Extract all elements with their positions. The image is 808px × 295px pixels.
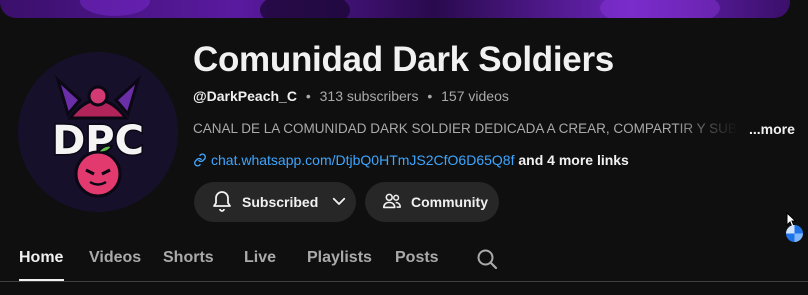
tab-posts[interactable]: Posts (395, 249, 439, 267)
meta-separator: • (427, 88, 433, 104)
channel-handle: @DarkPeach_C (193, 88, 297, 104)
more-links-button[interactable]: and 4 more links (518, 152, 628, 168)
tab-shorts[interactable]: Shorts (163, 249, 214, 267)
community-label: Community (411, 194, 488, 210)
bell-icon (210, 189, 234, 216)
channel-avatar[interactable]: DPC (18, 52, 178, 212)
channel-banner (0, 0, 790, 18)
subscribed-button[interactable]: Subscribed (194, 182, 356, 222)
subscribed-label: Subscribed (242, 194, 319, 210)
tab-home[interactable]: Home (19, 249, 63, 267)
channel-links: chat.whatsapp.com/DtjbQ0HTmJS2CfO6D65Q8f… (193, 152, 629, 170)
channel-tabs: Home Videos Shorts Live Playlists Posts (0, 236, 808, 281)
tab-videos[interactable]: Videos (89, 249, 141, 267)
channel-title: Comunidad Dark Soldiers (193, 40, 614, 79)
tab-playlists[interactable]: Playlists (307, 249, 372, 267)
tab-live[interactable]: Live (244, 249, 276, 267)
link-icon (193, 153, 207, 170)
tabs-divider (0, 281, 808, 282)
chevron-down-icon (330, 192, 348, 213)
search-icon[interactable] (475, 247, 499, 276)
loading-indicator-icon (786, 225, 803, 242)
video-count: 157 videos (441, 88, 509, 104)
channel-meta: @DarkPeach_C • 313 subscribers • 157 vid… (193, 88, 509, 104)
community-button[interactable]: Community (365, 182, 499, 222)
channel-description[interactable]: CANAL DE LA COMUNIDAD DARK SOLDIER DEDIC… (193, 121, 738, 136)
dpc-logo: DPC (18, 52, 178, 212)
meta-separator: • (305, 88, 311, 104)
more-button[interactable]: ...more (749, 121, 795, 137)
people-icon (381, 190, 403, 215)
channel-link[interactable]: chat.whatsapp.com/DtjbQ0HTmJS2CfO6D65Q8f (211, 152, 514, 168)
subscriber-count: 313 subscribers (319, 88, 419, 104)
